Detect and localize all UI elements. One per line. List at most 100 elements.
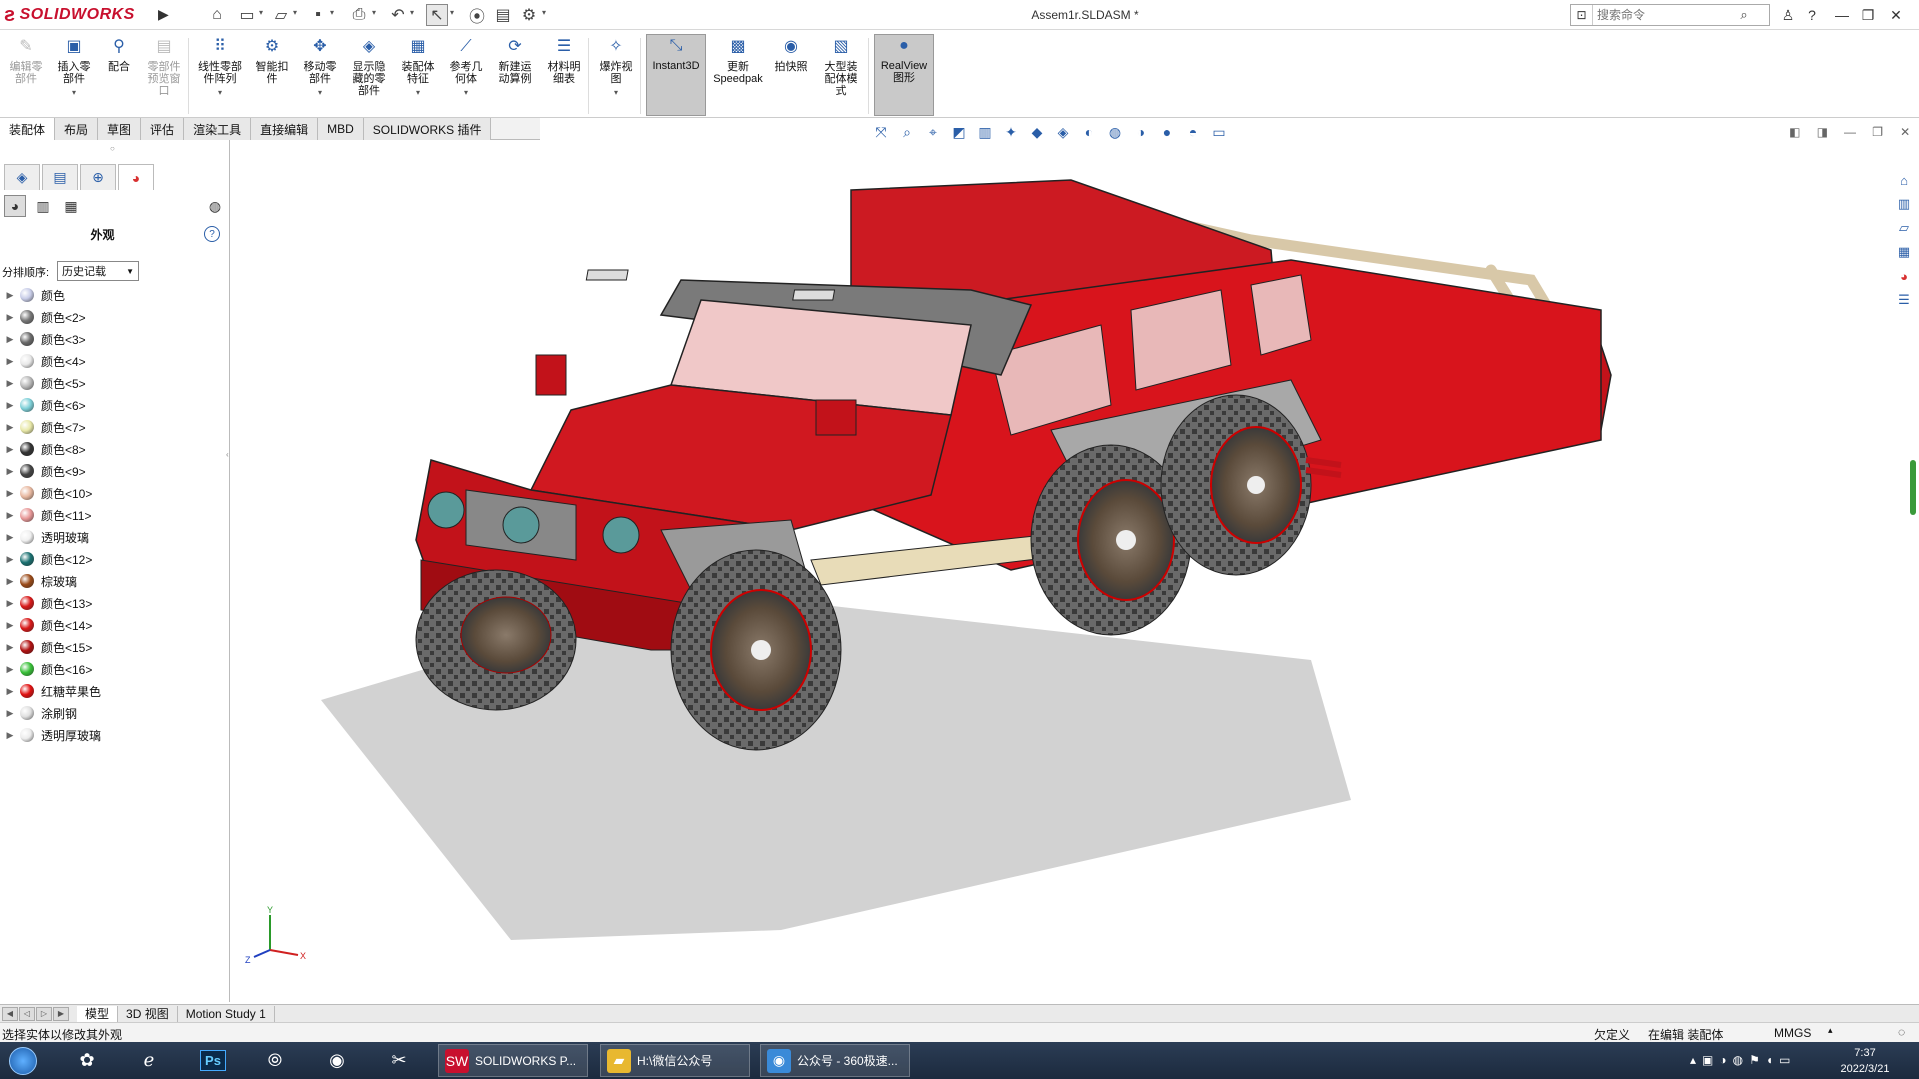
search-input[interactable] (1593, 8, 1733, 22)
file-explorer-icon[interactable]: ▱ (1893, 218, 1915, 238)
vehicle-model-render[interactable] (231, 140, 1890, 1002)
component-preview-button[interactable]: ▤ 零部件 预览窗 口 (142, 36, 186, 116)
tray-flag-icon[interactable]: ⚑ (1749, 1053, 1760, 1067)
solidworks-resources-icon[interactable]: ⌂ (1893, 170, 1915, 190)
home-icon[interactable]: ⌂ (206, 4, 228, 26)
smart-fasteners-button[interactable]: ⚙ 智能扣 件 (250, 36, 294, 116)
select-pointer-icon[interactable]: ↖ (426, 4, 448, 26)
previous-view-icon[interactable]: ⌖ (922, 122, 944, 142)
tab-3[interactable]: 评估 (141, 118, 185, 140)
scene-icon[interactable]: ◓ (1182, 122, 1204, 142)
minimize-icon[interactable]: — (1830, 4, 1854, 26)
appearance-item[interactable]: ▶ 颜色<4> (0, 350, 228, 372)
tab-2[interactable]: 草图 (98, 118, 142, 140)
reference-geometry-button[interactable]: ⟋ 参考几 何体 ▾ (444, 36, 488, 116)
tray-network-icon[interactable]: ▣ (1702, 1053, 1713, 1067)
bottom-tab-1[interactable]: 3D 视图 (118, 1005, 178, 1022)
decals-view-icon[interactable]: ▥ (32, 195, 54, 217)
tray-security-icon[interactable]: ◍ (1733, 1053, 1743, 1067)
dropdown-caret-icon[interactable]: ▾ (614, 87, 618, 99)
search-icon[interactable]: ⌕ (1733, 7, 1755, 23)
bottom-tab-2[interactable]: Motion Study 1 (178, 1005, 275, 1022)
expand-arrow-icon[interactable]: ▶ (0, 400, 20, 411)
viewport-restore-icon[interactable]: ❐ (1868, 122, 1888, 142)
expand-arrow-icon[interactable]: ▶ (0, 488, 20, 499)
taskbar-task[interactable]: SW SOLIDWORKS P... (438, 1044, 588, 1077)
media-app-icon[interactable]: ◉ (316, 1045, 358, 1076)
viewport-expand-icon[interactable]: ◨ (1813, 122, 1833, 142)
bottom-tab-0[interactable]: 模型 (77, 1005, 119, 1022)
next-tab-icon[interactable]: ▷ (36, 1006, 52, 1021)
traffic-light-icon[interactable]: ⦿ (466, 4, 488, 26)
expand-arrow-icon[interactable]: ▶ (0, 620, 20, 631)
expand-arrow-icon[interactable]: ▶ (0, 466, 20, 477)
units-caret-icon[interactable]: ▴ (1828, 1025, 1833, 1036)
design-library-icon[interactable]: ▥ (1893, 194, 1915, 214)
new-document-icon[interactable]: ▭ (236, 4, 258, 26)
expand-arrow-icon[interactable]: ▶ (0, 642, 20, 653)
appearance-view-icon[interactable]: ◕ (4, 195, 26, 217)
appearance-item[interactable]: ▶ 颜色<2> (0, 306, 228, 328)
expand-arrow-icon[interactable]: ▶ (0, 730, 20, 741)
tab-0[interactable]: 装配体 (0, 118, 56, 140)
appearance-item[interactable]: ▶ 颜色<16> (0, 658, 228, 680)
instant3d-button[interactable]: ⤡ Instant3D (646, 34, 706, 116)
expand-arrow-icon[interactable]: ▶ (0, 356, 20, 367)
expand-arrow-icon[interactable]: ▶ (0, 378, 20, 389)
tray-expand-icon[interactable]: ▴ (1690, 1053, 1696, 1067)
select-caret-icon[interactable]: ▾ (450, 8, 458, 22)
photoshop-icon[interactable]: Ps (192, 1045, 234, 1076)
linear-pattern-button[interactable]: ⠿ 线性零部 件阵列 ▾ (194, 36, 246, 116)
appearance-globe-icon[interactable]: ◍ (204, 195, 226, 217)
dropdown-caret-icon[interactable]: ▾ (416, 87, 420, 99)
assembly-features-button[interactable]: ▦ 装配体 特征 ▾ (396, 36, 440, 116)
exploded-view-button[interactable]: ✧ 爆炸视 图 ▾ (594, 36, 638, 116)
monitor-display-icon[interactable]: ▭ (1208, 122, 1230, 142)
appearance-item[interactable]: ▶ 颜色<7> (0, 416, 228, 438)
undo-caret-icon[interactable]: ▾ (410, 8, 418, 22)
apply-scene-icon[interactable]: ◍ (1104, 122, 1126, 142)
search-command-box[interactable]: ⊡ ⌕ (1570, 4, 1770, 26)
appearance-item[interactable]: ▶ 红糖苹果色 (0, 680, 228, 702)
appearance-item[interactable]: ▶ 涂刷钢 (0, 702, 228, 724)
save-caret-icon[interactable]: ▾ (330, 8, 338, 22)
realview-button[interactable]: ● RealView 图形 (874, 34, 934, 116)
units-status[interactable]: MMGS (1774, 1026, 1811, 1040)
taskbar-task[interactable]: ▰ H:\微信公众号 (600, 1044, 750, 1077)
graphics-area[interactable] (231, 140, 1890, 1002)
solidworks-logo[interactable]: ƨ SOLIDWORKS (4, 2, 154, 28)
open-caret-icon[interactable]: ▾ (293, 8, 301, 22)
zoom-to-area-icon[interactable]: ⌕ (896, 122, 918, 142)
pinned-app-icon[interactable]: ✿ (66, 1045, 108, 1076)
tray-app-icon[interactable]: ◑ (1719, 1053, 1726, 1067)
dropdown-caret-icon[interactable]: ▾ (72, 87, 76, 99)
tools-app-icon[interactable]: ✂ (378, 1045, 420, 1076)
expand-arrow-icon[interactable]: ▶ (0, 444, 20, 455)
expand-arrow-icon[interactable]: ▶ (0, 554, 20, 565)
new-caret-icon[interactable]: ▾ (259, 8, 267, 22)
first-tab-icon[interactable]: ◀ (2, 1006, 18, 1021)
realview-color-icon[interactable]: ● (1156, 122, 1178, 142)
dropdown-caret-icon[interactable]: ▾ (218, 87, 222, 99)
last-tab-icon[interactable]: ▶ (53, 1006, 69, 1021)
appearance-item[interactable]: ▶ 颜色<10> (0, 482, 228, 504)
recorder-app-icon[interactable]: ⦾ (254, 1045, 296, 1076)
expand-arrow-icon[interactable]: ▶ (0, 290, 20, 301)
expand-arrow-icon[interactable]: ▶ (0, 422, 20, 433)
prev-tab-icon[interactable]: ◁ (19, 1006, 35, 1021)
menu-expand-icon[interactable]: ▶ (158, 6, 170, 24)
appearance-item[interactable]: ▶ 颜色<9> (0, 460, 228, 482)
save-icon[interactable]: ▪ (307, 4, 329, 26)
viewport-collapse-icon[interactable]: ◧ (1785, 122, 1805, 142)
appearance-item[interactable]: ▶ 颜色<5> (0, 372, 228, 394)
view-settings-icon[interactable]: ◑ (1130, 122, 1152, 142)
appearance-item[interactable]: ▶ 颜色 (0, 284, 228, 306)
appearances-scenes-icon[interactable]: ◕ (1893, 266, 1915, 286)
expand-arrow-icon[interactable]: ▶ (0, 686, 20, 697)
print-caret-icon[interactable]: ▾ (372, 8, 380, 22)
appearance-item[interactable]: ▶ 颜色<12> (0, 548, 228, 570)
sort-order-select[interactable]: 历史记载 ▼ (57, 261, 139, 281)
ie-browser-icon[interactable]: ℯ (128, 1045, 170, 1076)
dropdown-caret-icon[interactable]: ▾ (464, 87, 468, 99)
open-icon[interactable]: ▱ (270, 4, 292, 26)
